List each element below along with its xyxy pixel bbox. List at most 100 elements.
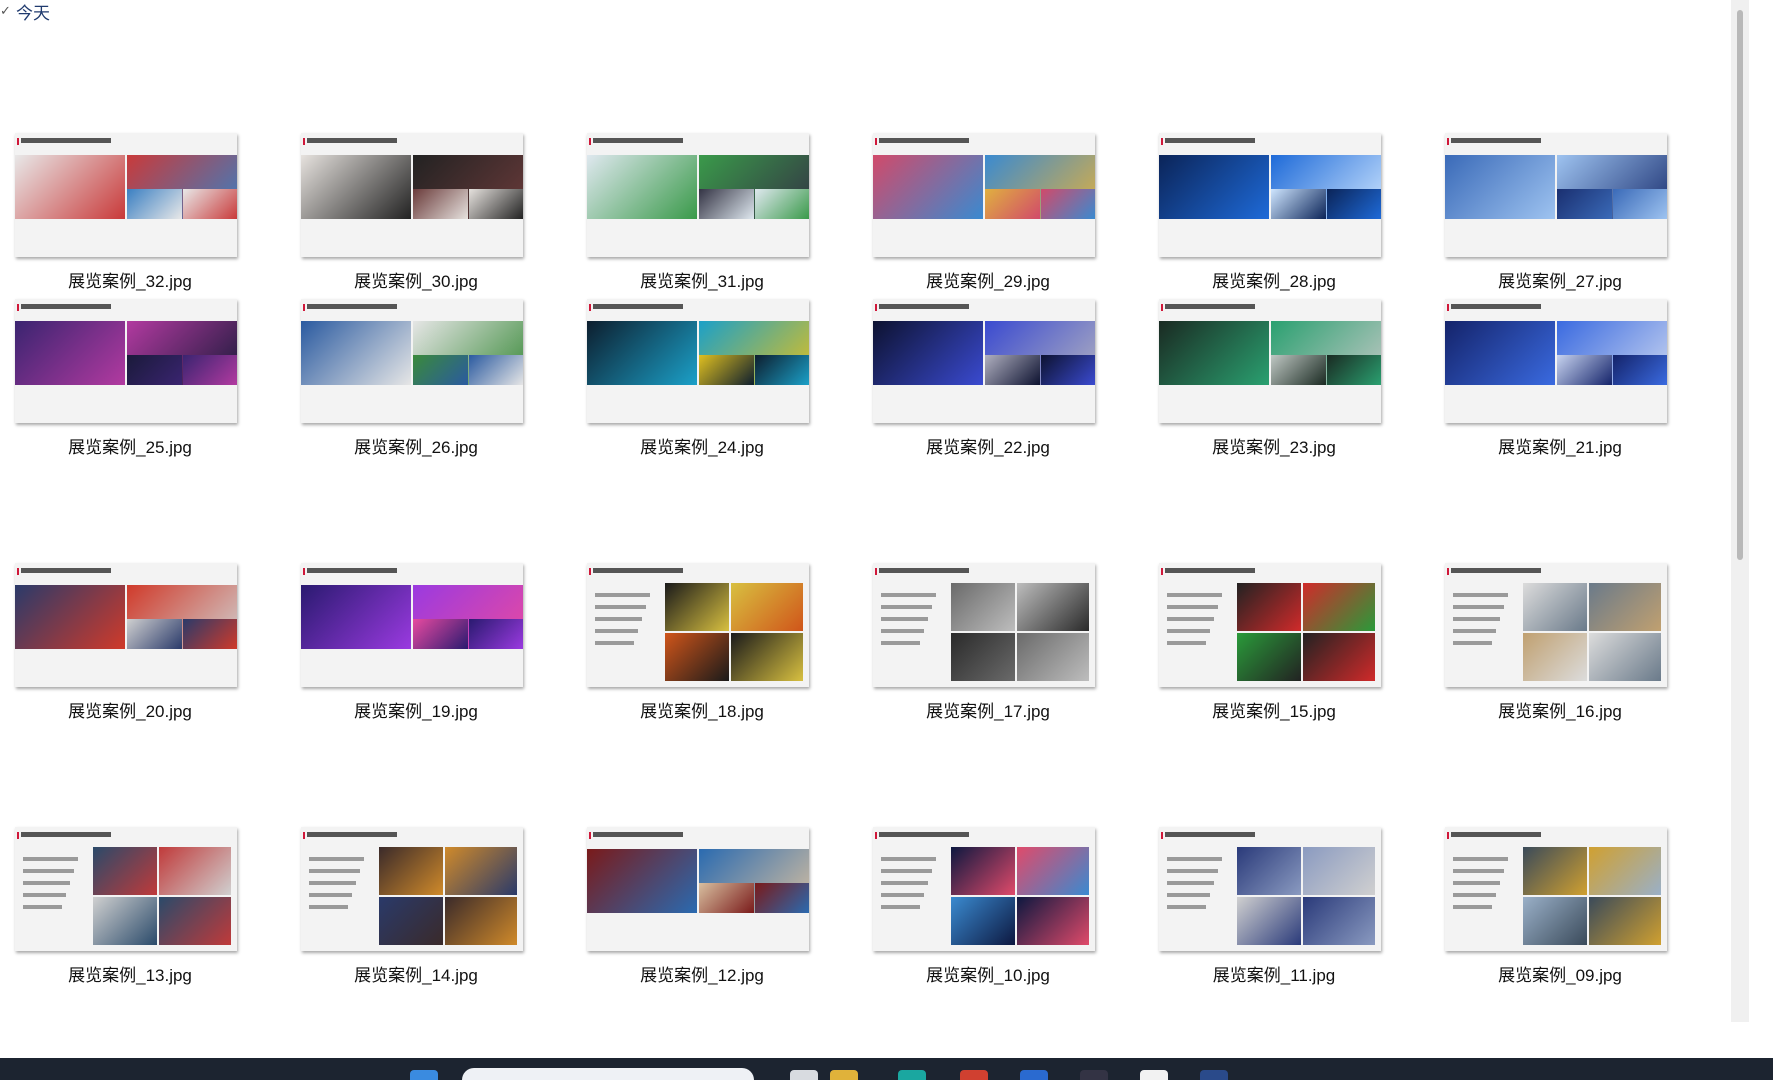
- file-name-label: 展览案例_10.jpg: [926, 966, 1050, 985]
- file-thumbnail[interactable]: [301, 563, 523, 687]
- file-thumbnail[interactable]: [873, 299, 1095, 423]
- file-thumbnail[interactable]: [301, 133, 523, 257]
- file-tile[interactable]: 展览案例_15.jpg: [1144, 563, 1404, 733]
- file-tile[interactable]: 展览案例_31.jpg: [572, 133, 832, 303]
- app-icon-chrome[interactable]: [960, 1070, 988, 1080]
- file-thumbnail[interactable]: [301, 299, 523, 423]
- thumbnail-grid: 展览案例_32.jpg 展览案例_30.jpg 展览案例_31.jpg 展览案例_29…: [0, 0, 1700, 1040]
- thumbnail-photo-block: [1303, 633, 1375, 681]
- app-icon-mail[interactable]: [1020, 1070, 1048, 1080]
- file-thumbnail[interactable]: [15, 133, 237, 257]
- thumbnail-photo-block: [1237, 897, 1301, 945]
- thumbnail-header-bar: [303, 568, 397, 575]
- file-tile[interactable]: 展览案例_30.jpg: [286, 133, 546, 303]
- file-name-label: 展览案例_11.jpg: [1212, 966, 1336, 985]
- file-tile[interactable]: 展览案例_19.jpg: [286, 563, 546, 733]
- thumbnail-photo-block: [985, 189, 1040, 219]
- thumbnail-text-line: [23, 881, 70, 885]
- taskbar-search-box[interactable]: [462, 1068, 754, 1080]
- file-tile[interactable]: 展览案例_21.jpg: [1430, 299, 1690, 469]
- file-thumbnail[interactable]: [873, 827, 1095, 951]
- file-thumbnail[interactable]: [1445, 827, 1667, 951]
- file-thumbnail[interactable]: [587, 563, 809, 687]
- thumbnail-text-line: [1453, 641, 1492, 645]
- thumbnail-header-bar: [589, 138, 683, 145]
- thumbnail-photo-block: [15, 585, 125, 649]
- file-tile[interactable]: 展览案例_20.jpg: [0, 563, 260, 733]
- thumbnail-photo-block: [1613, 355, 1667, 385]
- file-tile[interactable]: 展览案例_28.jpg: [1144, 133, 1404, 303]
- thumbnail-photo-block: [1557, 355, 1612, 385]
- thumbnail-text-line: [881, 629, 924, 633]
- file-thumbnail[interactable]: [587, 827, 809, 951]
- thumbnail-text-line: [309, 881, 356, 885]
- app-icon-files[interactable]: [790, 1070, 818, 1080]
- thumbnail-header-bar: [17, 304, 111, 311]
- thumbnail-header-bar: [589, 568, 683, 575]
- file-thumbnail[interactable]: [15, 299, 237, 423]
- thumbnail-photo-block: [731, 633, 803, 681]
- file-name-label: 展览案例_09.jpg: [1498, 966, 1622, 985]
- file-thumbnail[interactable]: [587, 133, 809, 257]
- file-tile[interactable]: 展览案例_17.jpg: [858, 563, 1118, 733]
- file-tile[interactable]: 展览案例_23.jpg: [1144, 299, 1404, 469]
- file-tile[interactable]: 展览案例_27.jpg: [1430, 133, 1690, 303]
- file-thumbnail[interactable]: [1445, 563, 1667, 687]
- thumbnail-photo-block: [699, 189, 754, 219]
- file-tile[interactable]: 展览案例_11.jpg: [1144, 827, 1404, 997]
- file-name-label: 展览案例_17.jpg: [926, 702, 1050, 721]
- file-tile[interactable]: 展览案例_12.jpg: [572, 827, 832, 997]
- thumbnail-photo-block: [699, 355, 754, 385]
- scrollbar-thumb[interactable]: [1737, 10, 1743, 560]
- file-tile[interactable]: 展览案例_32.jpg: [0, 133, 260, 303]
- file-thumbnail[interactable]: [1159, 563, 1381, 687]
- app-icon-other[interactable]: [1200, 1070, 1228, 1080]
- file-thumbnail[interactable]: [15, 827, 237, 951]
- thumbnail-photo-block: [127, 619, 182, 649]
- thumbnail-header-bar: [17, 568, 111, 575]
- file-thumbnail[interactable]: [587, 299, 809, 423]
- thumbnail-photo-block: [1237, 583, 1301, 631]
- file-tile[interactable]: 展览案例_09.jpg: [1430, 827, 1690, 997]
- file-tile[interactable]: 展览案例_10.jpg: [858, 827, 1118, 997]
- file-thumbnail[interactable]: [301, 827, 523, 951]
- thumbnail-text-line: [1167, 617, 1214, 621]
- thumbnail-photo-block: [1523, 897, 1587, 945]
- file-thumbnail[interactable]: [1445, 299, 1667, 423]
- file-tile[interactable]: 展览案例_18.jpg: [572, 563, 832, 733]
- file-tile[interactable]: 展览案例_16.jpg: [1430, 563, 1690, 733]
- app-icon-store[interactable]: [1080, 1070, 1108, 1080]
- thumbnail-photo-block: [587, 155, 697, 219]
- thumbnail-photo-block: [1589, 633, 1661, 681]
- file-tile[interactable]: 展览案例_29.jpg: [858, 133, 1118, 303]
- file-tile[interactable]: 展览案例_13.jpg: [0, 827, 260, 997]
- windows-start-icon[interactable]: [410, 1070, 438, 1080]
- thumbnail-header-bar: [1447, 832, 1541, 839]
- file-tile[interactable]: 展览案例_22.jpg: [858, 299, 1118, 469]
- file-thumbnail[interactable]: [15, 563, 237, 687]
- app-icon-edge[interactable]: [898, 1070, 926, 1080]
- app-icon-folder[interactable]: [830, 1070, 858, 1080]
- file-thumbnail[interactable]: [873, 133, 1095, 257]
- thumbnail-photo-block: [1237, 633, 1301, 681]
- file-explorer-view: ✓ 今天 展览案例_32.jpg 展览案例_30.jpg 展览案例_31.jpg 展览…: [0, 0, 1773, 1080]
- thumbnail-header-bar: [1161, 568, 1255, 575]
- file-thumbnail[interactable]: [1159, 827, 1381, 951]
- file-tile[interactable]: 展览案例_26.jpg: [286, 299, 546, 469]
- file-tile[interactable]: 展览案例_14.jpg: [286, 827, 546, 997]
- thumbnail-photo-block: [951, 897, 1015, 945]
- file-thumbnail[interactable]: [873, 563, 1095, 687]
- thumbnail-photo-block: [301, 585, 411, 649]
- vertical-scrollbar[interactable]: [1731, 0, 1749, 1022]
- file-thumbnail[interactable]: [1159, 299, 1381, 423]
- file-name-label: 展览案例_31.jpg: [640, 272, 764, 291]
- thumbnail-photo-block: [1445, 155, 1555, 219]
- file-thumbnail[interactable]: [1159, 133, 1381, 257]
- thumbnail-header-bar: [1161, 138, 1255, 145]
- app-icon-notes[interactable]: [1140, 1070, 1168, 1080]
- file-thumbnail[interactable]: [1445, 133, 1667, 257]
- thumbnail-text-line: [881, 857, 936, 861]
- file-tile[interactable]: 展览案例_24.jpg: [572, 299, 832, 469]
- file-tile[interactable]: 展览案例_25.jpg: [0, 299, 260, 469]
- thumbnail-text-line: [309, 893, 352, 897]
